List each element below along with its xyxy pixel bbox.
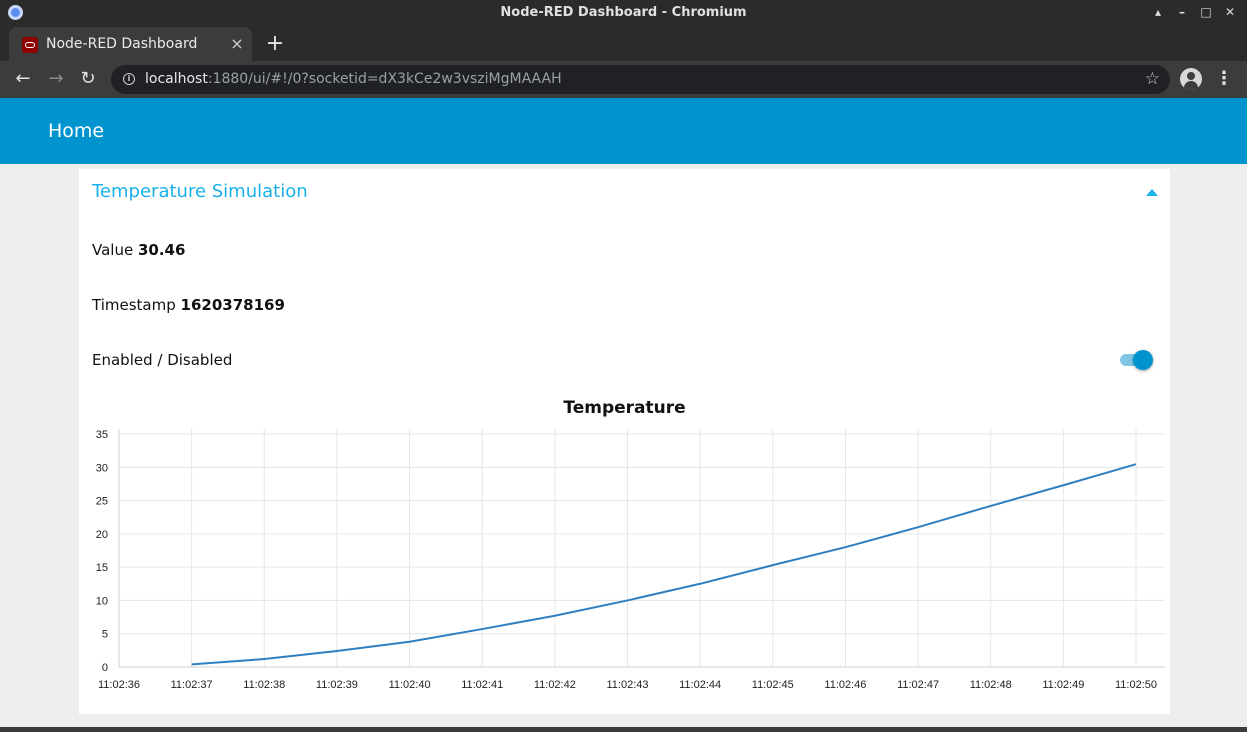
os-title-bar: Node-RED Dashboard - Chromium ▴ – □ ✕ (0, 0, 1247, 25)
tab-close-icon[interactable]: × (227, 34, 247, 54)
temperature-series-line (191, 463, 1137, 666)
y-tick-label: 25 (96, 496, 108, 508)
toggle-label: Enabled / Disabled (92, 351, 233, 369)
url-host: localhost (145, 71, 208, 87)
browser-toolbar: ← → ↻ i localhost:1880/ui/#!/0?socketid=… (0, 61, 1247, 98)
y-tick-label: 0 (102, 662, 108, 674)
node-red-favicon-icon (22, 37, 38, 53)
tab-title: Node-RED Dashboard (46, 36, 198, 52)
window-up-icon[interactable]: ▴ (1148, 3, 1168, 21)
x-tick-label: 11:02:37 (171, 679, 213, 691)
tab-strip: Node-RED Dashboard × (0, 25, 1247, 61)
x-tick-label: 11:02:48 (970, 679, 1012, 691)
reload-icon[interactable]: ↻ (75, 66, 101, 92)
info-icon[interactable]: i (123, 73, 135, 85)
y-tick-label: 10 (96, 595, 108, 607)
star-icon[interactable]: ☆ (1145, 69, 1160, 89)
value-label: Value (92, 241, 134, 259)
profile-icon[interactable] (1180, 68, 1202, 90)
x-tick-label: 11:02:49 (1042, 679, 1084, 691)
x-tick-label: 11:02:39 (316, 679, 358, 691)
back-arrow-icon[interactable]: ← (10, 66, 36, 92)
collapse-caret-icon[interactable] (1146, 189, 1158, 196)
y-tick-label: 20 (96, 529, 108, 541)
kebab-menu-icon[interactable]: ⋮ (1214, 66, 1234, 92)
timestamp-label: Timestamp (92, 296, 176, 314)
y-tick-label: 5 (102, 629, 108, 641)
group-title[interactable]: Temperature Simulation (92, 181, 308, 202)
x-tick-label: 11:02:50 (1115, 679, 1157, 691)
minimize-icon[interactable]: – (1172, 3, 1192, 21)
y-tick-label: 30 (96, 462, 108, 474)
x-tick-label: 11:02:44 (679, 679, 721, 691)
timestamp-row: Timestamp 1620378169 (92, 296, 285, 314)
x-tick-label: 11:02:46 (824, 679, 866, 691)
chart-svg: 0 5 10 15 20 25 30 35 11:02:36 11:02:37 11:02:38 11… (96, 429, 1165, 691)
dashboard-header: Home (0, 98, 1247, 164)
value-row: Value 30.46 (92, 241, 185, 259)
x-tick-label: 11:02:42 (534, 679, 576, 691)
x-tick-label: 11:02:38 (243, 679, 285, 691)
value-text: 30.46 (137, 241, 186, 259)
window-title: Node-RED Dashboard - Chromium (500, 5, 747, 20)
browser-tab[interactable]: Node-RED Dashboard × (9, 27, 252, 61)
chart-title: Temperature (563, 398, 686, 418)
x-tick-label: 11:02:43 (606, 679, 648, 691)
close-window-icon[interactable]: ✕ (1220, 3, 1240, 21)
enabled-toggle-switch[interactable] (1118, 349, 1154, 371)
temperature-chart: Temperature 0 5 10 15 20 25 30 35 11:02:36 11:02:… (79, 394, 1170, 714)
page-title: Home (48, 120, 105, 142)
forward-arrow-icon[interactable]: → (43, 66, 69, 92)
x-tick-label: 11:02:41 (461, 679, 503, 691)
group-card: Temperature Simulation Value 30.46 Times… (79, 169, 1170, 714)
x-tick-label: 11:02:40 (389, 679, 431, 691)
x-tick-label: 11:02:45 (752, 679, 794, 691)
y-tick-label: 15 (96, 562, 108, 574)
timestamp-text: 1620378169 (180, 296, 285, 314)
new-tab-button[interactable]: + (262, 31, 288, 57)
maximize-icon[interactable]: □ (1196, 3, 1216, 21)
url-path: :1880/ui/#!/0?socketid=dX3kCe2w3vsziMgMA… (207, 71, 562, 87)
y-tick-label: 35 (96, 429, 108, 441)
x-tick-label: 11:02:36 (98, 679, 140, 691)
x-tick-label: 11:02:47 (897, 679, 939, 691)
url-text[interactable]: localhost:1880/ui/#!/0?socketid=dX3kCe2w… (145, 71, 562, 87)
window-bottom-edge (0, 727, 1247, 732)
toggle-thumb[interactable] (1133, 350, 1153, 370)
address-bar[interactable]: i localhost:1880/ui/#!/0?socketid=dX3kCe… (111, 65, 1170, 94)
dashboard-page: Home Temperature Simulation Value 30.46 … (0, 98, 1247, 727)
